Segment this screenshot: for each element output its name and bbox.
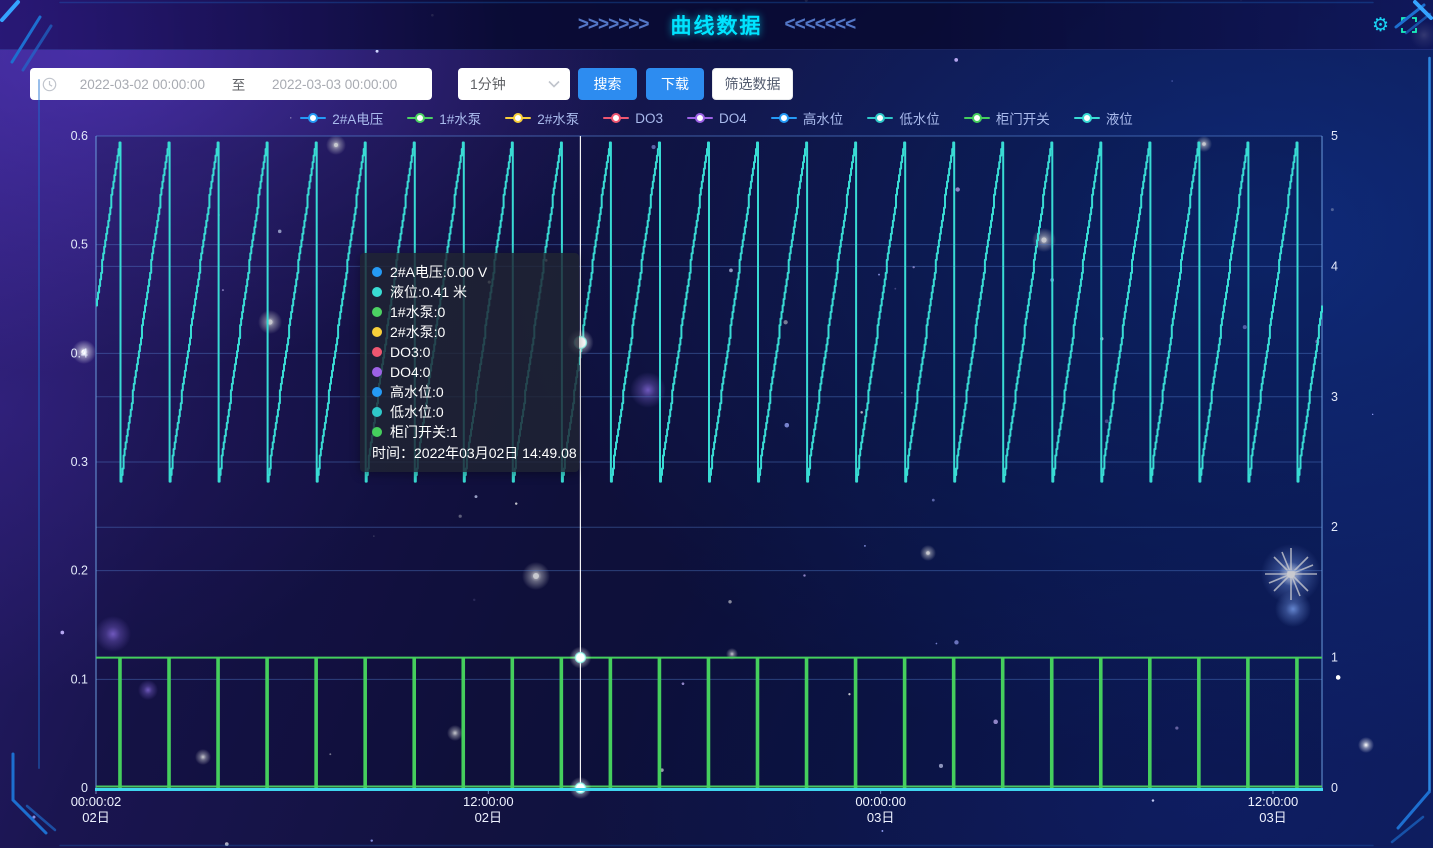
- toolbar: 2022-03-02 00:00:00 至 2022-03-03 00:00:0…: [0, 68, 1433, 100]
- fullscreen-icon[interactable]: [1401, 17, 1417, 33]
- legend-item-label: 低水位: [899, 108, 940, 128]
- app-frame: 00.10.20.30.40.50.601234500:00:0202日12:0…: [0, 0, 1433, 848]
- legend-marker: [603, 112, 629, 124]
- download-button[interactable]: 下载: [646, 68, 704, 100]
- interval-select[interactable]: 1分钟: [458, 68, 570, 100]
- legend-item-1#水泵[interactable]: 1#水泵: [407, 108, 481, 128]
- legend-item-label: 柜门开关: [996, 108, 1050, 128]
- end-date-value[interactable]: 2022-03-03 00:00:00: [249, 77, 420, 92]
- legend-marker: [964, 112, 990, 124]
- legend-item-柜门开关[interactable]: 柜门开关: [964, 108, 1050, 128]
- y-axis-left-label: 0.1: [71, 672, 88, 686]
- hover-point: [574, 336, 586, 348]
- page-title: 曲线数据: [671, 10, 763, 40]
- legend-item-DO3[interactable]: DO3: [603, 108, 663, 128]
- legend: 2#A电压 1#水泵 2#水泵 DO3 DO4 高水位 低水位 柜门开关 液位: [0, 108, 1433, 128]
- y-axis-right-label: 1: [1331, 651, 1338, 665]
- filter-button[interactable]: 筛选数据: [712, 68, 793, 100]
- y-axis-right-label: 0: [1331, 781, 1338, 795]
- x-axis-label-time: 12:00:00: [463, 794, 514, 809]
- start-date-value[interactable]: 2022-03-02 00:00:00: [57, 77, 228, 92]
- date-separator: 至: [228, 74, 250, 94]
- legend-item-高水位[interactable]: 高水位: [771, 108, 844, 128]
- clock-icon: [42, 77, 57, 92]
- y-axis-left-label: 0.3: [71, 455, 88, 469]
- x-axis-label-time: 00:00:00: [855, 794, 906, 809]
- legend-item-DO4[interactable]: DO4: [687, 108, 747, 128]
- y-axis-right-label: 4: [1331, 259, 1338, 273]
- search-button[interactable]: 搜索: [578, 68, 637, 100]
- y-axis-left-label: 0.2: [71, 564, 88, 578]
- x-axis-label-date: 02日: [475, 810, 502, 825]
- y-axis-right-label: 2: [1331, 520, 1338, 534]
- x-axis-label-date: 03日: [867, 810, 894, 825]
- x-axis-label-time: 12:00:00: [1248, 794, 1299, 809]
- y-axis-left-label: 0.5: [71, 238, 88, 252]
- legend-item-label: 高水位: [803, 108, 844, 128]
- legend-item-label: 2#A电压: [332, 108, 383, 128]
- header: >>>>>>> 曲线数据 <<<<<<< ⚙: [0, 0, 1433, 50]
- date-range-input[interactable]: 2022-03-02 00:00:00 至 2022-03-03 00:00:0…: [30, 68, 432, 100]
- legend-marker: [300, 112, 326, 124]
- gear-icon[interactable]: ⚙: [1372, 16, 1389, 35]
- y-axis-left-label: 0.4: [71, 346, 88, 360]
- title-decoration-right: <<<<<<<: [785, 14, 856, 36]
- legend-marker: [867, 112, 893, 124]
- legend-item-低水位[interactable]: 低水位: [867, 108, 940, 128]
- hover-point: [575, 653, 585, 663]
- legend-marker: [407, 112, 433, 124]
- legend-item-label: DO4: [719, 111, 747, 126]
- legend-item-label: DO3: [635, 111, 663, 126]
- x-axis-label-time: 00:00:02: [71, 794, 122, 809]
- legend-item-液位[interactable]: 液位: [1074, 108, 1133, 128]
- legend-item-2#水泵[interactable]: 2#水泵: [505, 108, 579, 128]
- legend-item-label: 2#水泵: [537, 108, 579, 128]
- y-axis-right-label: 3: [1331, 390, 1338, 404]
- y-axis-left-label: 0: [81, 781, 88, 795]
- legend-marker: [687, 112, 713, 124]
- legend-marker: [1074, 112, 1100, 124]
- legend-item-label: 1#水泵: [439, 108, 481, 128]
- x-axis-label-date: 02日: [82, 810, 109, 825]
- x-axis-label-date: 03日: [1259, 810, 1286, 825]
- interval-select-value: 1分钟: [470, 74, 548, 94]
- legend-item-2#A电压[interactable]: 2#A电压: [300, 108, 383, 128]
- y-axis-right-label: 5: [1331, 129, 1338, 143]
- title-decoration-left: >>>>>>>: [578, 14, 649, 36]
- y-axis-left-label: 0.6: [71, 129, 88, 143]
- legend-marker: [771, 112, 797, 124]
- chevron-down-icon: [548, 80, 560, 88]
- legend-item-label: 液位: [1106, 108, 1133, 128]
- legend-marker: [505, 112, 531, 124]
